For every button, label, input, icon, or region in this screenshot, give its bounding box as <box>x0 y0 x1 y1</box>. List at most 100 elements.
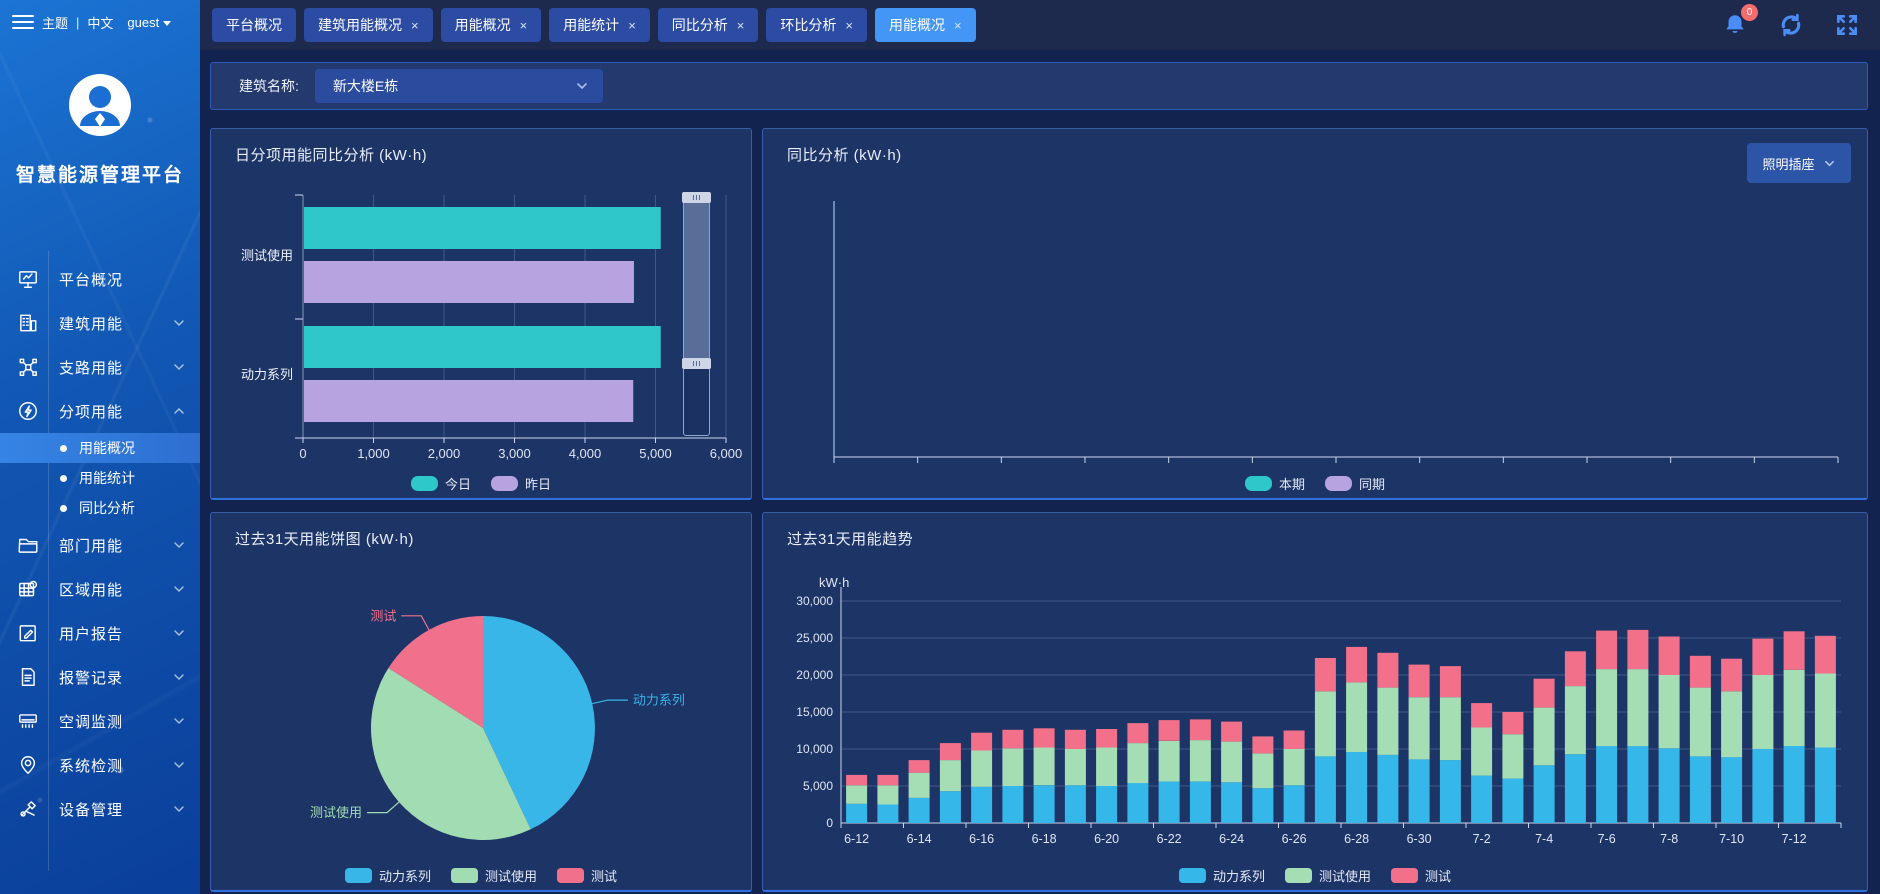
app-root: 主题 | 中文 guest 智慧能源管理平台 平台概况建筑用能支路用能分项用能用… <box>0 0 1880 894</box>
svg-text:6-24: 6-24 <box>1219 832 1244 846</box>
bullet-dot-icon <box>60 445 67 452</box>
notification-badge: 0 <box>1741 4 1758 21</box>
tab-5[interactable]: 环比分析 × <box>766 8 867 42</box>
bullet-dot-icon <box>60 475 67 482</box>
legend-swatch <box>345 868 372 883</box>
svg-text:1,000: 1,000 <box>357 446 390 461</box>
sidebar-item-label: 用户报告 <box>59 623 172 644</box>
refresh-button[interactable] <box>1776 10 1806 40</box>
language-link[interactable]: 中文 <box>87 13 113 32</box>
chevron-down-icon <box>172 626 186 640</box>
theme-link[interactable]: 主题 <box>42 13 68 32</box>
svg-text:6-18: 6-18 <box>1032 832 1057 846</box>
sidebar-item-dept-energy[interactable]: 部门用能 <box>0 523 200 567</box>
tools-icon <box>17 798 39 820</box>
svg-text:6-30: 6-30 <box>1407 832 1432 846</box>
panel1-title: 日分项用能同比分析 (kW·h) <box>235 144 427 165</box>
close-tab-icon[interactable]: × <box>954 18 962 33</box>
legend-swatch <box>1245 476 1272 491</box>
sidebar-item-label: 平台概况 <box>59 269 200 290</box>
user-name: guest <box>127 15 159 30</box>
sidebar-item-user-report[interactable]: 用户报告 <box>0 611 200 655</box>
legend-item[interactable]: 动力系列 <box>345 866 431 885</box>
chevron-down-icon <box>172 538 186 552</box>
pin-icon <box>17 754 39 776</box>
tab-label: 建筑用能概况 <box>318 15 402 35</box>
close-tab-icon[interactable]: × <box>520 18 528 33</box>
sidebar-item-platform-overview[interactable]: 平台概况 <box>0 257 200 301</box>
legend-item[interactable]: 今日 <box>411 474 471 493</box>
legend-label: 同期 <box>1359 474 1385 493</box>
legend-item[interactable]: 本期 <box>1245 474 1305 493</box>
legend-label: 本期 <box>1279 474 1305 493</box>
sidebar-subitem-energy-overview[interactable]: 用能概况 <box>0 433 200 463</box>
building-filter-bar: 建筑名称: 新大楼E栋 <box>210 62 1868 110</box>
building-icon <box>17 312 39 334</box>
tab-label: 平台概况 <box>226 15 282 35</box>
legend-label: 测试 <box>591 866 617 885</box>
sidebar-subitem-label: 同比分析 <box>79 498 135 518</box>
fullscreen-icon <box>1834 12 1860 38</box>
chevron-down-icon <box>172 670 186 684</box>
svg-text:kW·h: kW·h <box>819 575 849 590</box>
svg-text:6-28: 6-28 <box>1344 832 1369 846</box>
svg-text:6,000: 6,000 <box>710 446 743 461</box>
legend-item[interactable]: 昨日 <box>491 474 551 493</box>
avatar[interactable] <box>67 72 133 138</box>
tab-3[interactable]: 用能统计× <box>549 8 650 42</box>
tab-0[interactable]: 平台概况 <box>212 8 296 42</box>
close-tab-icon[interactable]: × <box>737 18 745 33</box>
sidebar-item-alarm-records[interactable]: 报警记录 <box>0 655 200 699</box>
fullscreen-button[interactable] <box>1832 10 1862 40</box>
close-tab-icon[interactable]: × <box>845 18 853 33</box>
legend-swatch <box>411 476 438 491</box>
sidebar-subitem-energy-stats[interactable]: 用能统计 <box>0 463 200 493</box>
building-select[interactable]: 新大楼E栋 <box>315 69 603 103</box>
svg-text:7-10: 7-10 <box>1719 832 1744 846</box>
sidebar-item-device-mgmt[interactable]: 设备管理 <box>0 787 200 831</box>
close-tab-icon[interactable]: × <box>411 18 419 33</box>
svg-text:0: 0 <box>826 816 833 830</box>
hamburger-menu-icon[interactable] <box>12 15 34 29</box>
sidebar-item-branch-energy[interactable]: 支路用能 <box>0 345 200 389</box>
notifications-button[interactable]: 0 <box>1720 10 1750 40</box>
svg-text:7-6: 7-6 <box>1598 832 1616 846</box>
panel4-title: 过去31天用能趋势 <box>787 528 913 549</box>
panel-pie-31days: 过去31天用能饼图 (kW·h) 动力系列测试使用测试 动力系列测试使用测试 <box>210 512 752 892</box>
chevron-down-icon <box>172 582 186 596</box>
sidebar-item-building-energy[interactable]: 建筑用能 <box>0 301 200 345</box>
tab-label: 环比分析 <box>780 15 836 35</box>
sidebar-item-region-energy[interactable]: 区域用能 <box>0 567 200 611</box>
tab-label: 用能概况 <box>889 15 945 35</box>
svg-text:测试使用: 测试使用 <box>310 805 362 820</box>
sidebar-item-label: 系统检测 <box>59 755 172 776</box>
chevron-down-icon <box>172 316 186 330</box>
topbar: 平台概况建筑用能概况×用能概况×用能统计×同比分析×环比分析×用能概况× 0 <box>200 0 1880 50</box>
legend-item[interactable]: 测试使用 <box>451 866 537 885</box>
panel1-legend: 今日 昨日 <box>211 474 751 493</box>
sidebar-item-system-check[interactable]: 系统检测 <box>0 743 200 787</box>
sidebar-item-subitem-energy[interactable]: 分项用能 <box>0 389 200 433</box>
refresh-icon <box>1777 11 1805 39</box>
close-tab-icon[interactable]: × <box>628 18 636 33</box>
caret-down-icon <box>163 21 171 26</box>
svg-text:30,000: 30,000 <box>796 594 833 608</box>
panel3-legend: 动力系列 测试使用 测试 <box>211 866 751 885</box>
sidebar-item-label: 建筑用能 <box>59 313 172 334</box>
legend-label: 测试使用 <box>485 866 537 885</box>
content-area: 建筑名称: 新大楼E栋 日分项用能同比分析 (kW·h) 今日 昨日 0 1,000… <box>200 50 1880 894</box>
sidebar-item-hvac-monitor[interactable]: 空调监测 <box>0 699 200 743</box>
sidebar-menu: 平台概况建筑用能支路用能分项用能用能概况用能统计同比分析部门用能区域用能用户报告… <box>0 257 200 831</box>
legend-item[interactable]: 测试 <box>557 866 617 885</box>
legend-item[interactable]: 同期 <box>1325 474 1385 493</box>
tab-2[interactable]: 用能概况 × <box>441 8 542 42</box>
tab-6-active[interactable]: 用能概况 × <box>875 8 976 42</box>
sidebar-subitem-yoy-analysis[interactable]: 同比分析 <box>0 493 200 523</box>
document-icon <box>17 666 39 688</box>
sidebar-subitem-label: 用能概况 <box>79 438 135 458</box>
user-menu[interactable]: guest <box>127 15 171 30</box>
tab-4[interactable]: 同比分析× <box>658 8 759 42</box>
ac-icon <box>17 710 39 732</box>
tab-label: 用能概况 <box>455 15 511 35</box>
tab-1[interactable]: 建筑用能概况 × <box>304 8 433 42</box>
